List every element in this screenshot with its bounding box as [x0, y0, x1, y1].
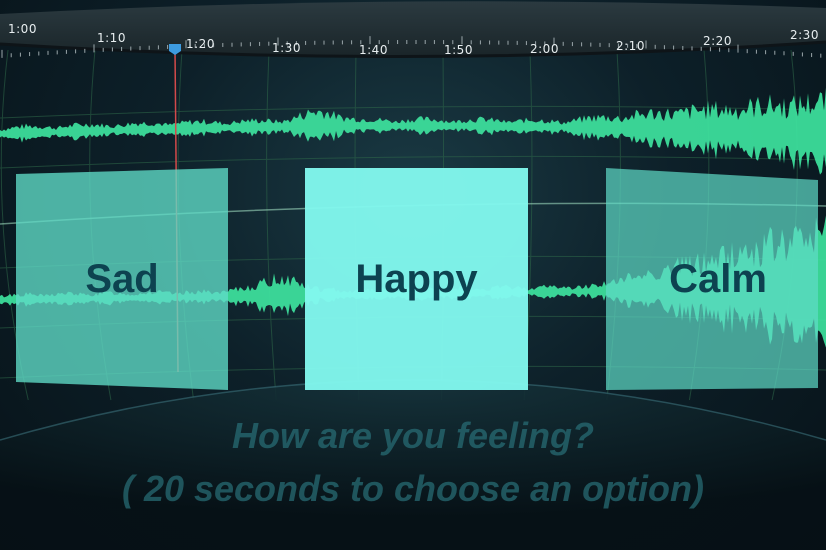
tick-label: 1:20	[186, 37, 215, 51]
waveform-upper	[0, 87, 826, 175]
option-card-sad[interactable]: Sad	[16, 168, 228, 390]
floor-dome	[0, 380, 826, 550]
tick-label: 1:00	[8, 22, 37, 36]
prompt-question: How are you feeling?	[231, 415, 595, 456]
prompt-timer: ( 20 seconds to choose an option)	[121, 468, 705, 509]
tick-label: 1:50	[444, 43, 473, 57]
tick-label: 2:00	[530, 42, 559, 56]
tick-label: 1:10	[97, 31, 126, 45]
option-card-happy[interactable]: Happy	[305, 168, 528, 390]
tick-label: 2:20	[703, 34, 732, 48]
option-label-calm: Calm	[669, 256, 767, 301]
option-label-happy: Happy	[355, 256, 478, 301]
option-label-sad: Sad	[85, 256, 159, 301]
timeline-ruler[interactable]: 1:00 1:10 1:20 1:30 1:40 1:50 2:00 2:10 …	[0, 0, 826, 62]
tick-label: 1:40	[359, 43, 388, 57]
tick-label: 2:10	[616, 39, 645, 53]
tick-label: 2:30	[790, 28, 819, 42]
option-card-calm[interactable]: Calm	[606, 168, 818, 390]
tick-label: 1:30	[272, 41, 301, 55]
